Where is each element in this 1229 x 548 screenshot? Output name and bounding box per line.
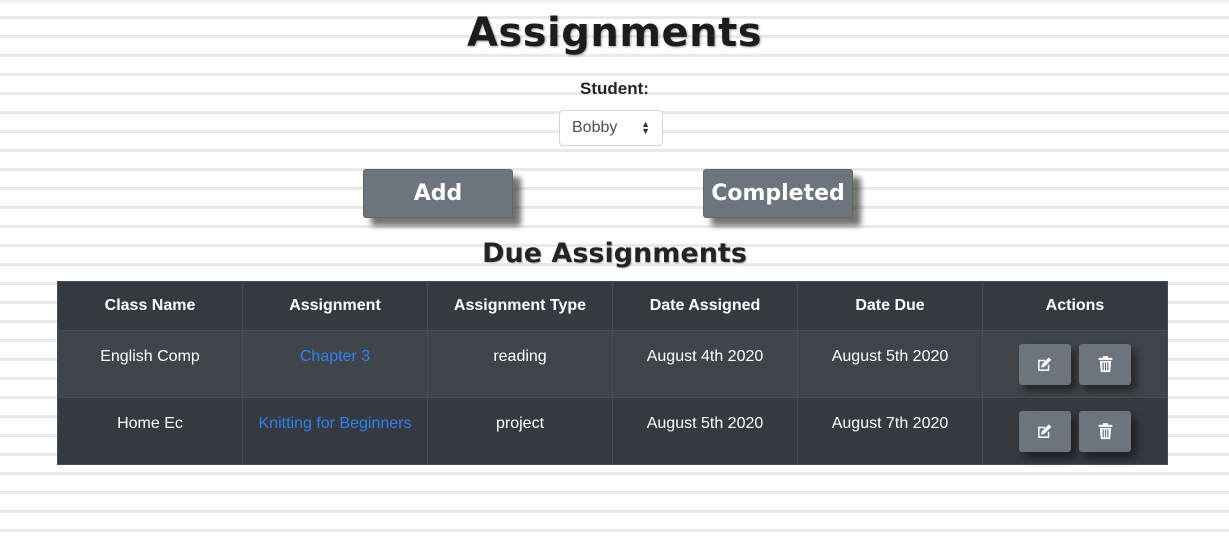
cell-actions: [982, 397, 1168, 465]
cell-date-due: August 7th 2020: [797, 397, 983, 465]
column-header-date-assigned: Date Assigned: [612, 281, 798, 331]
student-select-value: Bobby: [572, 119, 618, 136]
completed-button[interactable]: Completed: [703, 169, 853, 218]
cell-assignment-type: project: [427, 397, 613, 465]
cell-date-assigned: August 5th 2020: [612, 397, 798, 465]
top-shadow: [0, 0, 1229, 6]
delete-button[interactable]: [1079, 411, 1132, 452]
assignment-link[interactable]: Chapter 3: [300, 348, 370, 365]
trash-icon: [1098, 423, 1113, 440]
cell-class-name: English Comp: [57, 330, 243, 398]
edit-button[interactable]: [1018, 344, 1071, 385]
table-row: Home Ec Knitting for Beginners project A…: [57, 397, 1168, 465]
student-select[interactable]: Bobby ▲ ▼: [559, 110, 663, 146]
assignment-link[interactable]: Knitting for Beginners: [259, 415, 412, 432]
cell-class-name: Home Ec: [57, 397, 243, 465]
cell-assignment: Chapter 3: [242, 330, 428, 398]
page-title: Assignments: [466, 10, 763, 56]
cell-assignment-type: reading: [427, 330, 613, 398]
cell-date-due: August 5th 2020: [797, 330, 983, 398]
column-header-class-name: Class Name: [57, 281, 243, 331]
edit-button[interactable]: [1018, 411, 1071, 452]
column-header-date-due: Date Due: [797, 281, 983, 331]
cell-date-assigned: August 4th 2020: [612, 330, 798, 398]
column-header-assignment: Assignment: [242, 281, 428, 331]
column-header-assignment-type: Assignment Type: [427, 281, 613, 331]
trash-icon: [1098, 356, 1113, 373]
add-button[interactable]: Add: [363, 169, 513, 218]
caret-up-down-icon: ▲ ▼: [641, 119, 650, 136]
edit-icon: [1038, 424, 1052, 438]
student-label: Student:: [580, 79, 649, 98]
section-title: Due Assignments: [482, 238, 747, 269]
table-header-row: Class Name Assignment Assignment Type Da…: [57, 281, 1168, 331]
cell-actions: [982, 330, 1168, 398]
cell-assignment: Knitting for Beginners: [242, 397, 428, 465]
assignments-table: Class Name Assignment Assignment Type Da…: [57, 281, 1168, 465]
edit-icon: [1038, 357, 1052, 371]
column-header-actions: Actions: [982, 281, 1168, 331]
delete-button[interactable]: [1079, 344, 1132, 385]
table-row: English Comp Chapter 3 reading August 4t…: [57, 330, 1168, 398]
